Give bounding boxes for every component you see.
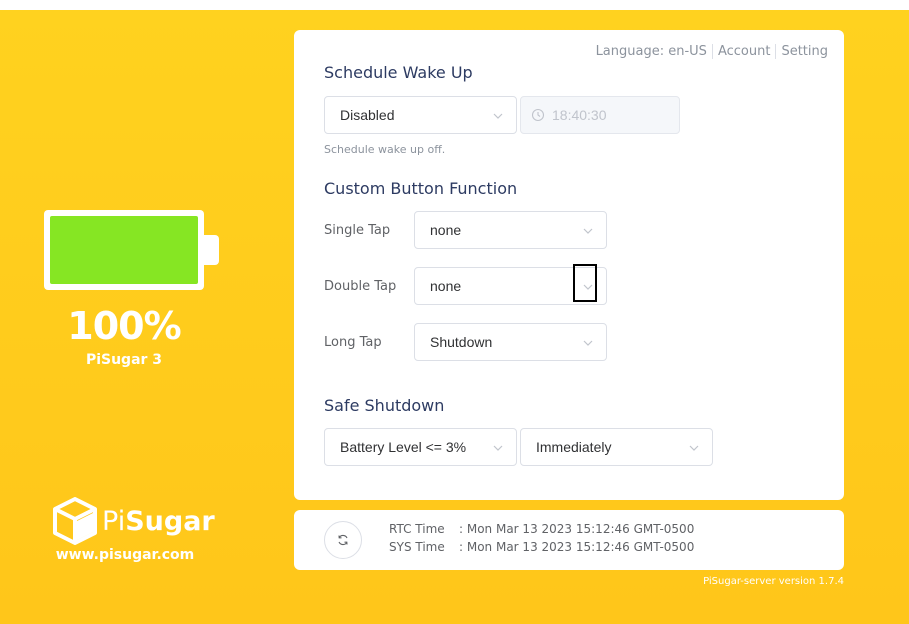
chevron-down-icon: [689, 445, 699, 451]
rtc-time-value: : Mon Mar 13 2023 15:12:46 GMT-0500: [459, 522, 695, 536]
schedule-time-value: 18:40:30: [552, 107, 607, 123]
schedule-mode-select[interactable]: Disabled: [324, 96, 517, 134]
double-tap-label: Double Tap: [324, 279, 397, 294]
logo-wordmark: PiSugar: [102, 506, 215, 537]
link-divider: [711, 44, 713, 59]
focus-highlight: [573, 264, 597, 302]
schedule-hint: Schedule wake up off.: [324, 143, 446, 156]
single-tap-value: none: [430, 222, 462, 238]
double-tap-value: none: [430, 278, 462, 294]
refresh-icon: [338, 534, 348, 546]
schedule-mode-value: Disabled: [340, 107, 395, 123]
top-strip: [0, 0, 909, 10]
battery-fill: [50, 216, 198, 284]
long-tap-value: Shutdown: [430, 334, 493, 350]
chevron-down-icon: [493, 113, 503, 119]
sys-time-row: SYS Time : Mon Mar 13 2023 15:12:46 GMT-0…: [389, 540, 694, 554]
sys-time-value: : Mon Mar 13 2023 15:12:46 GMT-0500: [459, 540, 695, 554]
refresh-button[interactable]: [324, 521, 362, 559]
shutdown-delay-value: Immediately: [536, 439, 612, 455]
safe-shutdown-title: Safe Shutdown: [324, 396, 445, 415]
shutdown-level-value: Battery Level <= 3%: [340, 439, 467, 455]
long-tap-select[interactable]: Shutdown: [414, 323, 607, 361]
device-model: PiSugar 3: [85, 352, 163, 368]
rtc-time-row: RTC Time : Mon Mar 13 2023 15:12:46 GMT-0…: [389, 522, 694, 536]
setting-link[interactable]: Setting: [781, 44, 828, 59]
pisugar-cube-icon: [53, 497, 97, 545]
logo-prefix: Pi: [102, 505, 126, 537]
sys-time-label: SYS Time: [389, 540, 445, 554]
battery-indicator: [44, 210, 204, 290]
header-links: Language: en-US Account Setting: [596, 44, 828, 59]
chevron-down-icon: [583, 340, 593, 346]
single-tap-select[interactable]: none: [414, 211, 607, 249]
rtc-time-label: RTC Time: [389, 522, 445, 536]
battery-tip: [204, 235, 219, 265]
battery-percent: 100%: [67, 304, 181, 348]
language-link[interactable]: Language: en-US: [596, 44, 707, 59]
long-tap-label: Long Tap: [324, 335, 382, 350]
shutdown-level-select[interactable]: Battery Level <= 3%: [324, 428, 517, 466]
settings-card: Language: en-US Account Setting Schedule…: [294, 30, 844, 500]
chevron-down-icon: [493, 445, 503, 451]
server-version: PiSugar-server version 1.7.4: [703, 576, 844, 587]
website-link[interactable]: www.pisugar.com: [40, 547, 210, 563]
schedule-time-input: 18:40:30: [520, 96, 680, 134]
link-divider: [775, 44, 777, 59]
pisugar-logo: PiSugar: [53, 497, 215, 545]
logo-suffix: Sugar: [125, 505, 215, 537]
shutdown-delay-select[interactable]: Immediately: [520, 428, 713, 466]
chevron-down-icon: [583, 228, 593, 234]
account-link[interactable]: Account: [718, 44, 771, 59]
clock-icon: [531, 108, 545, 122]
single-tap-label: Single Tap: [324, 223, 391, 238]
schedule-title: Schedule Wake Up: [324, 63, 473, 82]
clock-card: RTC Time : Mon Mar 13 2023 15:12:46 GMT-0…: [294, 510, 844, 570]
custom-button-title: Custom Button Function: [324, 179, 518, 198]
